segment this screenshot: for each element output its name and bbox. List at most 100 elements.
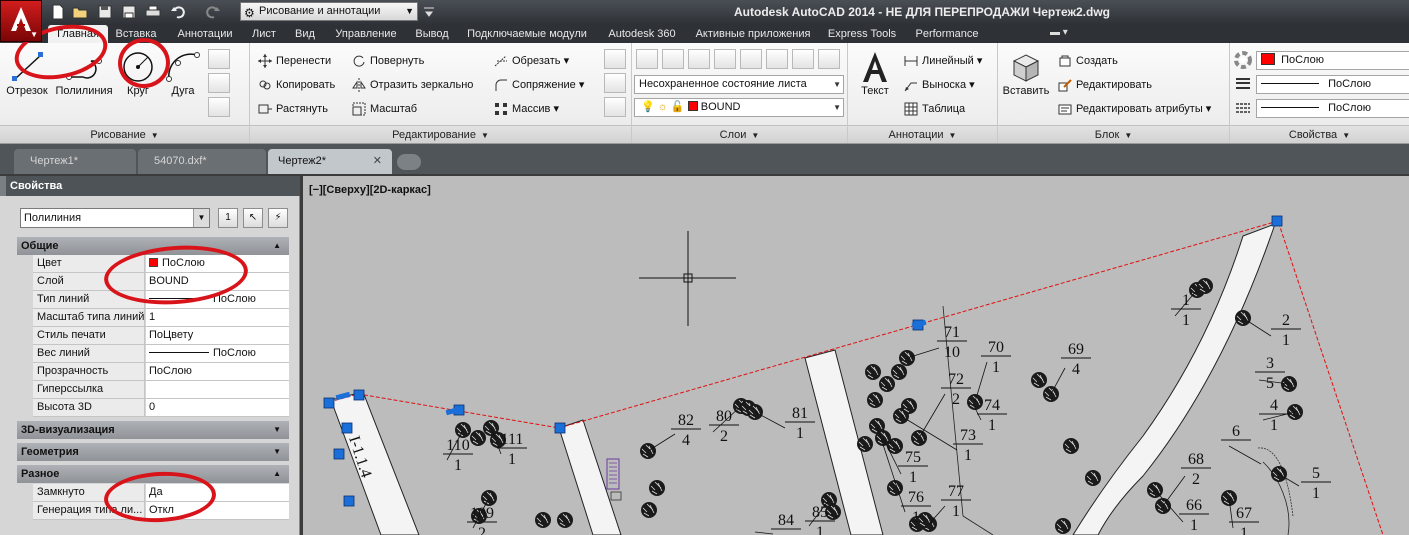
erase-tool-icon[interactable] xyxy=(604,49,626,69)
prop-value[interactable]: ПоСлою xyxy=(146,363,289,380)
arc-button[interactable]: Дуга xyxy=(162,49,204,97)
new-tab-button[interactable] xyxy=(397,154,421,170)
file-tab-drawing2[interactable]: Чертеж2* ✕ xyxy=(268,149,392,174)
leader-button[interactable]: Выноска ▾ xyxy=(902,75,975,95)
workspace-select[interactable]: ⚙ Рисование и аннотации ▼ xyxy=(240,2,418,21)
layer-isolate-icon[interactable] xyxy=(662,49,684,69)
prop-value[interactable]: Откл xyxy=(146,502,289,519)
redo-icon[interactable] xyxy=(205,4,221,20)
tab-performance[interactable]: Performance xyxy=(910,25,984,43)
ribbon-minimize-icon[interactable]: ▬ ▾ xyxy=(1050,27,1078,41)
rectangle-tool-icon[interactable] xyxy=(208,49,230,69)
offset-tool-icon[interactable] xyxy=(604,97,626,117)
layer-properties-icon[interactable] xyxy=(636,49,658,69)
drawing-viewport[interactable]: I-1.1.4 1 1 2 1 3 5 4 1 5 1 6 66 1 67 1 68 2 69 4 70 1 71 10 72… xyxy=(303,176,1409,535)
tab-plugins[interactable]: Подключаемые модули xyxy=(462,25,592,43)
properties-palette-header[interactable]: Свойства xyxy=(0,176,300,196)
print-icon[interactable] xyxy=(145,4,161,20)
linetype-icon[interactable] xyxy=(1234,99,1254,117)
section-misc[interactable]: Разное ▲ xyxy=(17,465,289,483)
prop-value[interactable]: Да xyxy=(146,484,289,501)
color-wheel-icon[interactable] xyxy=(1234,51,1254,69)
section-general[interactable]: Общие ▲ xyxy=(17,237,289,255)
line-button[interactable]: Отрезок xyxy=(4,49,50,97)
prop-value[interactable]: BOUND xyxy=(146,273,289,290)
select-objects-icon[interactable]: ↖ xyxy=(243,208,263,228)
undo-icon[interactable] xyxy=(170,4,186,20)
polyline-button[interactable]: Полилиния xyxy=(54,49,114,97)
object-type-select[interactable]: Полилиния ▼ xyxy=(20,208,210,228)
close-icon[interactable]: ✕ xyxy=(373,149,382,173)
copy-button[interactable]: Копировать xyxy=(256,75,335,95)
grip-handle[interactable] xyxy=(343,495,355,507)
grip-handle[interactable] xyxy=(341,422,353,434)
mirror-button[interactable]: Отразить зеркально xyxy=(350,75,473,95)
application-menu-button[interactable]: ▼ xyxy=(0,0,42,42)
section-3d-visualization[interactable]: 3D-визуализация ▼ xyxy=(17,421,289,439)
layer-unlock-icon[interactable] xyxy=(766,49,788,69)
tab-insert[interactable]: Вставка xyxy=(110,25,162,43)
tab-active-apps[interactable]: Активные приложения xyxy=(690,25,816,43)
section-geometry[interactable]: Геометрия ▼ xyxy=(17,443,289,461)
text-button[interactable]: Текст xyxy=(854,49,896,97)
pickadd-toggle-icon[interactable]: 1 xyxy=(218,208,238,228)
rotate-button[interactable]: Повернуть xyxy=(350,51,424,71)
scale-button[interactable]: Масштаб xyxy=(350,99,417,119)
prop-value[interactable] xyxy=(146,381,289,398)
trim-button[interactable]: Обрезать ▾ xyxy=(492,51,569,71)
file-tab-54070[interactable]: 54070.dxf* xyxy=(138,149,266,174)
prop-value[interactable]: 0 xyxy=(146,399,289,416)
prop-value[interactable]: ПоСлою xyxy=(146,345,289,362)
fillet-button[interactable]: Сопряжение ▾ xyxy=(492,75,584,95)
linetype-select[interactable]: ПоСлою xyxy=(1256,99,1409,118)
prop-row-layer[interactable]: Слой BOUND xyxy=(33,273,289,291)
layers-panel-title[interactable]: Слои ▼ xyxy=(632,125,847,143)
tab-autodesk-360[interactable]: Autodesk 360 xyxy=(602,25,682,43)
explode-tool-icon[interactable] xyxy=(604,73,626,93)
hatch-tool-icon[interactable] xyxy=(208,73,230,93)
stretch-button[interactable]: Растянуть xyxy=(256,99,328,119)
array-button[interactable]: Массив ▾ xyxy=(492,99,559,119)
prop-row-color[interactable]: Цвет ПоСлою xyxy=(33,255,289,273)
prop-row-linetype-generation[interactable]: Генерация типа ли... Откл xyxy=(33,502,289,520)
grip-handle[interactable] xyxy=(554,422,566,434)
grip-handle[interactable] xyxy=(323,397,335,409)
modify-panel-title[interactable]: Редактирование ▼ xyxy=(250,125,631,143)
color-select[interactable]: ПоСлою xyxy=(1256,51,1409,70)
circle-button[interactable]: Круг xyxy=(116,49,160,97)
quick-select-icon[interactable]: ⚡ xyxy=(268,208,288,228)
prop-row-closed[interactable]: Замкнуто Да xyxy=(33,484,289,502)
prop-row-hyperlink[interactable]: Гиперссылка xyxy=(33,381,289,399)
edit-attributes-button[interactable]: Редактировать атрибуты ▾ xyxy=(1056,99,1211,119)
draw-panel-title[interactable]: Рисование ▼ xyxy=(0,125,249,143)
file-tab-drawing1[interactable]: Чертеж1* xyxy=(14,149,136,174)
prop-row-linetype[interactable]: Тип линий ПоСлою xyxy=(33,291,289,309)
prop-value[interactable]: ПоСлою xyxy=(146,291,289,308)
layer-freeze-icon[interactable] xyxy=(688,49,710,69)
layer-walk-icon[interactable] xyxy=(818,49,840,69)
tab-annotate[interactable]: Аннотации xyxy=(170,25,240,43)
layer-off-icon[interactable] xyxy=(714,49,736,69)
properties-panel-title[interactable]: Свойства ▼ xyxy=(1230,125,1409,143)
prop-row-thickness[interactable]: Высота 3D 0 xyxy=(33,399,289,417)
qat-menu-icon[interactable] xyxy=(421,4,437,20)
linear-dim-button[interactable]: Линейный ▾ xyxy=(902,51,982,71)
prop-value[interactable]: ПоЦвету xyxy=(146,327,289,344)
save-as-icon[interactable] xyxy=(121,4,137,20)
block-panel-title[interactable]: Блок ▼ xyxy=(998,125,1229,143)
prop-row-plot-style[interactable]: Стиль печати ПоЦвету xyxy=(33,327,289,345)
layer-lock-icon[interactable] xyxy=(740,49,762,69)
lineweight-select[interactable]: ПоСлою xyxy=(1256,75,1409,94)
table-button[interactable]: Таблица xyxy=(902,99,965,119)
prop-row-transparency[interactable]: Прозрачность ПоСлою xyxy=(33,363,289,381)
tab-view[interactable]: Вид xyxy=(290,25,320,43)
tab-manage[interactable]: Управление xyxy=(328,25,404,43)
insert-block-button[interactable]: Вставить xyxy=(1002,49,1050,97)
lineweight-icon[interactable] xyxy=(1234,75,1254,93)
prop-row-lineweight[interactable]: Вес линий ПоСлою xyxy=(33,345,289,363)
open-folder-icon[interactable] xyxy=(72,4,88,20)
edit-block-button[interactable]: Редактировать xyxy=(1056,75,1152,95)
tab-home[interactable]: Главная xyxy=(48,25,108,43)
grip-handle[interactable] xyxy=(333,448,345,460)
tab-layout[interactable]: Лист xyxy=(246,25,282,43)
